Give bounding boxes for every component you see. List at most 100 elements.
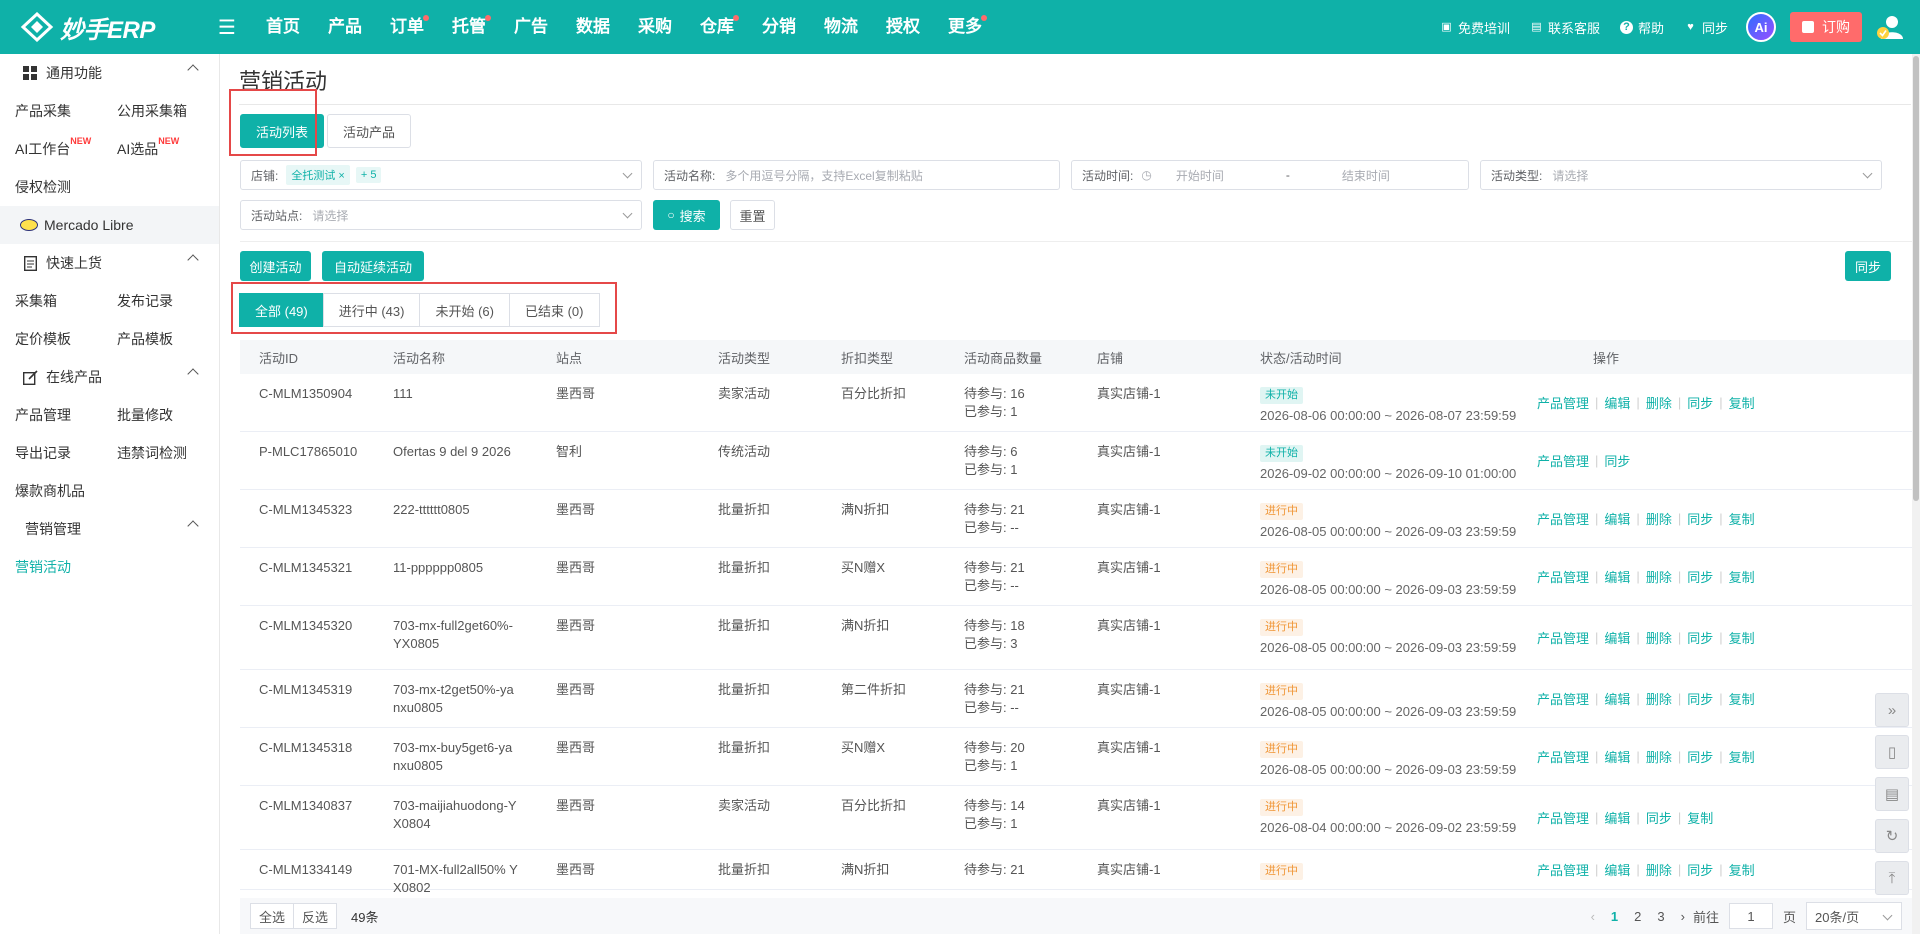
sidebar-item-infringement[interactable]: 侵权检测 — [0, 168, 219, 206]
row-action-link[interactable]: 删除 — [1646, 567, 1672, 586]
nav-item[interactable]: 首页 — [252, 0, 314, 54]
row-action-link[interactable]: 删除 — [1646, 747, 1672, 766]
sidebar-item-ai-select[interactable]: AI选品NEW — [102, 136, 204, 159]
next-page-icon[interactable]: › — [1681, 909, 1685, 924]
row-action-link[interactable]: 产品管理 — [1537, 628, 1589, 647]
end-time-input[interactable]: 结束时间 — [1342, 167, 1390, 184]
sidebar-item-public-collect[interactable]: 公用采集箱 — [102, 101, 204, 121]
sidebar-item-banned-words[interactable]: 违禁词检测 — [102, 443, 204, 463]
nav-item[interactable]: 广告 — [500, 0, 562, 54]
sidebar-group-online[interactable]: 在线产品 — [0, 358, 219, 396]
row-action-link[interactable]: 复制 — [1729, 628, 1755, 647]
nav-item[interactable]: 托管 — [438, 0, 500, 54]
row-action-link[interactable]: 同步 — [1646, 808, 1672, 827]
nav-item[interactable]: 仓库 — [686, 0, 748, 54]
refresh-icon[interactable]: ↻ — [1875, 819, 1909, 853]
scrollbar[interactable] — [1912, 54, 1920, 934]
row-action-link[interactable]: 产品管理 — [1537, 567, 1589, 586]
row-action-link[interactable]: 删除 — [1646, 689, 1672, 708]
invert-selection-button[interactable]: 反选 — [293, 903, 338, 929]
contact-link[interactable]: ▤ 联系客服 — [1530, 18, 1600, 37]
row-action-link[interactable]: 编辑 — [1604, 567, 1630, 586]
row-action-link[interactable]: 编辑 — [1604, 747, 1630, 766]
collapse-icon[interactable]: » — [1875, 693, 1909, 727]
row-action-link[interactable]: 同步 — [1687, 393, 1713, 412]
row-action-link[interactable]: 删除 — [1646, 393, 1672, 412]
sidebar-item-hot-products[interactable]: 爆款商机品 — [0, 472, 219, 510]
row-action-link[interactable]: 同步 — [1687, 860, 1713, 879]
sidebar-item-export-log[interactable]: 导出记录 — [0, 443, 102, 463]
nav-item[interactable]: 授权 — [872, 0, 934, 54]
row-action-link[interactable]: 同步 — [1687, 747, 1713, 766]
row-action-link[interactable]: 复制 — [1729, 860, 1755, 879]
sidebar-item-marketing-activity[interactable]: 营销活动 — [0, 548, 219, 586]
start-time-input[interactable]: 开始时间 — [1176, 167, 1276, 184]
row-action-link[interactable]: 产品管理 — [1537, 509, 1589, 528]
back-to-top-icon[interactable]: ⤒ — [1875, 861, 1909, 895]
activity-site-filter[interactable]: 活动站点: 请选择 — [240, 200, 642, 230]
row-action-link[interactable]: 编辑 — [1604, 509, 1630, 528]
sidebar-item-batch-edit[interactable]: 批量修改 — [102, 405, 204, 425]
brand-logo[interactable]: 妙手ERP — [20, 10, 170, 45]
auto-extend-button[interactable]: 自动延续活动 — [322, 251, 424, 281]
select-all-button[interactable]: 全选 — [250, 903, 295, 929]
nav-item[interactable]: 数据 — [562, 0, 624, 54]
activity-type-select[interactable]: 请选择 — [1552, 167, 1588, 184]
prev-page-icon[interactable]: ‹ — [1591, 909, 1595, 924]
scrollbar-thumb[interactable] — [1913, 56, 1919, 501]
sidebar-group-quick[interactable]: 快速上货 — [0, 244, 219, 282]
sidebar-item-pricing-template[interactable]: 定价模板 — [0, 329, 102, 349]
user-avatar-icon[interactable] — [1876, 13, 1904, 41]
row-action-link[interactable]: 编辑 — [1604, 860, 1630, 879]
row-action-link[interactable]: 复制 — [1729, 747, 1755, 766]
page-1[interactable]: 1 — [1611, 909, 1618, 924]
mobile-icon[interactable]: ▯ — [1875, 735, 1909, 769]
row-action-link[interactable]: 复制 — [1729, 689, 1755, 708]
row-action-link[interactable]: 编辑 — [1604, 628, 1630, 647]
sidebar-item-product-manage[interactable]: 产品管理 — [0, 405, 102, 425]
activity-type-filter[interactable]: 活动类型: 请选择 — [1480, 160, 1882, 190]
row-action-link[interactable]: 删除 — [1646, 628, 1672, 647]
nav-item[interactable]: 产品 — [314, 0, 376, 54]
shop-tag[interactable]: 全托测试 × — [286, 165, 350, 185]
nav-item[interactable]: 物流 — [810, 0, 872, 54]
sidebar-platform-mercado[interactable]: Mercado Libre — [0, 206, 219, 244]
close-icon[interactable]: × — [338, 170, 344, 182]
sidebar-group-marketing[interactable]: 营销管理 — [0, 510, 219, 548]
activity-name-input[interactable]: 多个用逗号分隔，支持Excel复制粘贴 — [725, 167, 922, 184]
row-action-link[interactable]: 产品管理 — [1537, 747, 1589, 766]
sidebar-item-collect-box[interactable]: 采集箱 — [0, 291, 102, 311]
sync-button[interactable]: 同步 — [1845, 251, 1891, 281]
help-link[interactable]: ? 帮助 — [1619, 18, 1664, 37]
row-action-link[interactable]: 产品管理 — [1537, 451, 1589, 470]
tab-activity-products[interactable]: 活动产品 — [327, 114, 412, 148]
menu-toggle-icon[interactable]: ☰ — [212, 15, 242, 40]
nav-item[interactable]: 采购 — [624, 0, 686, 54]
page-input[interactable]: 1 — [1728, 903, 1773, 929]
shop-filter[interactable]: 店铺: 全托测试 × + 5 — [240, 160, 642, 190]
activity-site-select[interactable]: 请选择 — [312, 207, 348, 224]
row-action-link[interactable]: 同步 — [1687, 509, 1713, 528]
row-action-link[interactable]: 删除 — [1646, 509, 1672, 528]
row-action-link[interactable]: 同步 — [1687, 689, 1713, 708]
row-action-link[interactable]: 同步 — [1687, 567, 1713, 586]
row-action-link[interactable]: 复制 — [1729, 509, 1755, 528]
sidebar-item-product-template[interactable]: 产品模板 — [102, 329, 204, 349]
nav-item[interactable]: 分销 — [748, 0, 810, 54]
sidebar-group-general[interactable]: 通用功能 — [0, 54, 219, 92]
row-action-link[interactable]: 编辑 — [1604, 393, 1630, 412]
page-size-select[interactable]: 20条/页 — [1806, 902, 1902, 930]
row-action-link[interactable]: 同步 — [1687, 628, 1713, 647]
page-2[interactable]: 2 — [1634, 909, 1641, 924]
row-action-link[interactable]: 产品管理 — [1537, 689, 1589, 708]
page-3[interactable]: 3 — [1657, 909, 1664, 924]
row-action-link[interactable]: 编辑 — [1604, 808, 1630, 827]
row-action-link[interactable]: 产品管理 — [1537, 808, 1589, 827]
notes-icon[interactable]: ▤ — [1875, 777, 1909, 811]
row-action-link[interactable]: 同步 — [1604, 451, 1630, 470]
create-activity-button[interactable]: 创建活动 — [240, 251, 311, 281]
row-action-link[interactable]: 产品管理 — [1537, 393, 1589, 412]
row-action-link[interactable]: 产品管理 — [1537, 860, 1589, 879]
training-link[interactable]: ▣ 免费培训 — [1440, 18, 1510, 37]
nav-item[interactable]: 更多 — [934, 0, 996, 54]
